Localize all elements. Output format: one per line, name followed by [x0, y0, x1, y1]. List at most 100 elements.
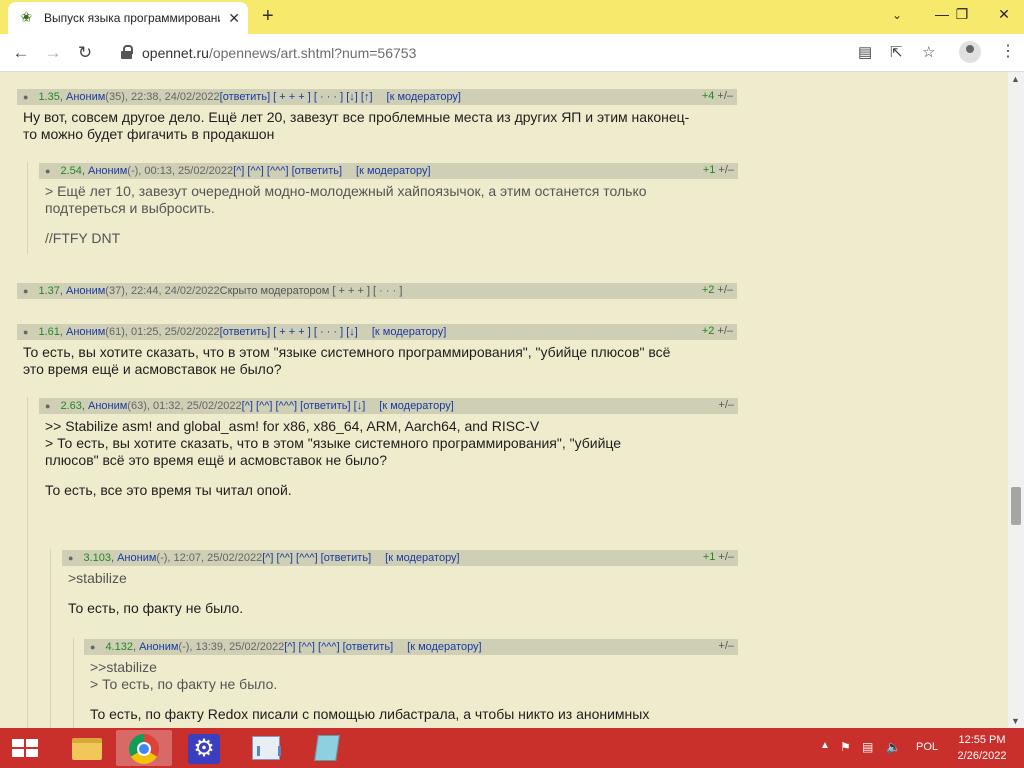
system-clock[interactable]: 12:55 PM 2/26/2022 — [952, 732, 1012, 764]
comment-author[interactable]: Аноним — [88, 165, 127, 177]
comment-actions[interactable]: [ответить] [ + + + ] [ · · · ] [↓] [↑] — [220, 91, 373, 103]
comment-header: ● 1.61, Аноним (61), 01:25, 25/02/2022 [… — [17, 324, 737, 340]
tab-search-icon[interactable]: ⌄ — [892, 8, 902, 22]
comment-line: подтереться и выбросить. — [45, 200, 215, 216]
comment-score: +/– — [715, 399, 734, 411]
close-window-button[interactable]: ✕ — [986, 0, 1022, 30]
vote-button[interactable]: +/– — [717, 284, 733, 296]
bullet-icon: ● — [45, 401, 51, 411]
reload-icon[interactable]: ↻ — [74, 42, 96, 64]
comment-author[interactable]: Аноним — [139, 641, 178, 653]
report-link[interactable]: [к модератору] — [379, 400, 453, 412]
address-bar[interactable]: opennet.ru/opennews/art.shtml?num=56753 — [108, 39, 950, 67]
flag-icon[interactable]: ⚑ — [840, 740, 851, 754]
kebab-menu-icon[interactable]: ⋮ — [1000, 44, 1016, 60]
language-indicator[interactable]: POL — [916, 741, 938, 753]
tray-expand-icon[interactable]: ▲ — [820, 740, 830, 751]
maximize-button[interactable]: ❐ — [944, 0, 980, 30]
translate-icon[interactable]: ▤ — [858, 44, 872, 62]
windows-start-icon[interactable] — [12, 739, 38, 757]
comment-line: То есть, вы хотите сказать, что в этом "… — [23, 344, 671, 360]
settings-app-button[interactable]: ⚙ — [176, 730, 232, 766]
report-link[interactable]: [к модератору] — [356, 165, 430, 177]
comment-1-35: ● 1.35, Аноним (35), 22:38, 24/02/2022 [… — [17, 89, 737, 143]
comment-number[interactable]: 3.103 — [83, 552, 111, 564]
comment-number[interactable]: 2.54 — [60, 165, 81, 177]
vote-button[interactable]: +/– — [718, 551, 734, 563]
bullet-icon: ● — [23, 327, 29, 337]
report-link[interactable]: [к модератору] — [385, 552, 459, 564]
network-icon[interactable]: ▤ — [862, 740, 873, 754]
comment-text: Ну вот, совсем другое дело. Ещё лет 20, … — [17, 105, 737, 143]
scrollbar-thumb[interactable] — [1011, 487, 1021, 525]
comment-4-132: ● 4.132, Аноним (-), 13:39, 25/02/2022 [… — [84, 639, 738, 723]
share-icon[interactable]: ⇱ — [890, 44, 903, 62]
comment-author[interactable]: Аноним — [66, 326, 105, 338]
chrome-button[interactable] — [116, 730, 172, 766]
report-link[interactable]: [к модератору] — [387, 91, 461, 103]
thread-line — [27, 162, 28, 254]
comment-actions[interactable]: [^] [^^] [^^^] [ответить] — [262, 552, 371, 564]
new-tab-button[interactable]: + — [262, 6, 274, 26]
comment-number[interactable]: 4.132 — [105, 641, 133, 653]
comment-number[interactable]: 2.63 — [60, 400, 81, 412]
folder-icon — [72, 738, 102, 760]
notepad-icon — [314, 735, 340, 761]
comment-line: То есть, все это время ты читал опой. — [45, 482, 292, 498]
monitor-app-button[interactable] — [238, 730, 294, 766]
vote-button[interactable]: +/– — [718, 164, 734, 176]
comment-meta: (35), 22:38, 24/02/2022 — [105, 91, 220, 103]
report-link[interactable]: [к модератору] — [407, 641, 481, 653]
comment-2-63: ● 2.63, Аноним (63), 01:32, 25/02/2022 [… — [39, 398, 738, 499]
thread-line — [50, 549, 51, 728]
comment-author[interactable]: Аноним — [66, 91, 105, 103]
comment-score: +4 +/– — [701, 90, 733, 102]
comment-3-103: ● 3.103, Аноним (-), 12:07, 25/02/2022 [… — [62, 550, 738, 617]
bookmark-star-icon[interactable]: ☆ — [922, 44, 935, 62]
vote-button[interactable]: +/– — [717, 90, 733, 102]
comment-author[interactable]: Аноним — [88, 400, 127, 412]
profile-avatar[interactable] — [959, 41, 981, 63]
comment-actions[interactable]: [^] [^^] [^^^] [ответить] — [233, 165, 342, 177]
scroll-up-arrow-icon[interactable]: ▲ — [1011, 74, 1020, 84]
report-link[interactable]: [к модератору] — [372, 326, 446, 338]
bullet-icon: ● — [45, 166, 51, 176]
comment-header: ● 2.63, Аноним (63), 01:32, 25/02/2022 [… — [39, 398, 738, 414]
comment-number[interactable]: 1.37 — [38, 285, 59, 297]
comment-actions[interactable]: [^] [^^] [^^^] [ответить] — [284, 641, 393, 653]
tab-title: Выпуск языка программирования — [44, 11, 220, 25]
comment-number[interactable]: 1.35 — [38, 91, 59, 103]
volume-muted-icon[interactable]: 🔈 — [886, 740, 901, 754]
file-explorer-button[interactable] — [58, 730, 114, 766]
comment-line: плюсов" всё это время ещё и асмовставок … — [45, 452, 387, 468]
vertical-scrollbar[interactable]: ▲ ▼ — [1008, 72, 1024, 728]
gear-icon: ⚙ — [188, 734, 220, 764]
vote-button[interactable]: +/– — [718, 399, 734, 411]
forward-arrow-icon[interactable]: → — [42, 42, 64, 64]
comment-number[interactable]: 1.61 — [38, 326, 59, 338]
notes-app-button[interactable] — [300, 730, 356, 766]
comment-meta: (-), 13:39, 25/02/2022 — [178, 641, 285, 653]
comment-actions[interactable]: [ответить] [ + + + ] [ · · · ] [↓] — [220, 326, 358, 338]
comment-score: +/– — [715, 640, 734, 652]
tab-close-icon[interactable]: ✕ — [228, 10, 240, 27]
chart-app-icon — [252, 736, 281, 760]
back-arrow-icon[interactable]: ← — [10, 42, 32, 64]
comment-author[interactable]: Аноним — [117, 552, 156, 564]
comment-header: ● 1.35, Аноним (35), 22:38, 24/02/2022 [… — [17, 89, 737, 105]
bullet-icon: ● — [23, 92, 29, 102]
tab-opennet[interactable]: ✬ Выпуск языка программирования ✕ — [8, 2, 248, 34]
comment-score: +2 +/– — [701, 325, 733, 337]
comment-score: +1 +/– — [702, 551, 734, 563]
comment-actions[interactable]: [^] [^^] [^^^] [ответить] [↓] — [242, 400, 366, 412]
comment-line: это время ещё и асмовставок не было? — [23, 361, 282, 377]
vote-button[interactable]: +/– — [718, 640, 734, 652]
comment-text: >>stabilize > То есть, по факту не было.… — [84, 655, 738, 723]
thread-line — [73, 638, 74, 728]
vote-button[interactable]: +/– — [717, 325, 733, 337]
thread-line — [27, 397, 28, 728]
comment-line: >>stabilize — [90, 659, 157, 675]
comment-author[interactable]: Аноним — [66, 285, 105, 297]
scroll-down-arrow-icon[interactable]: ▼ — [1011, 716, 1020, 726]
bullet-icon: ● — [68, 553, 74, 563]
